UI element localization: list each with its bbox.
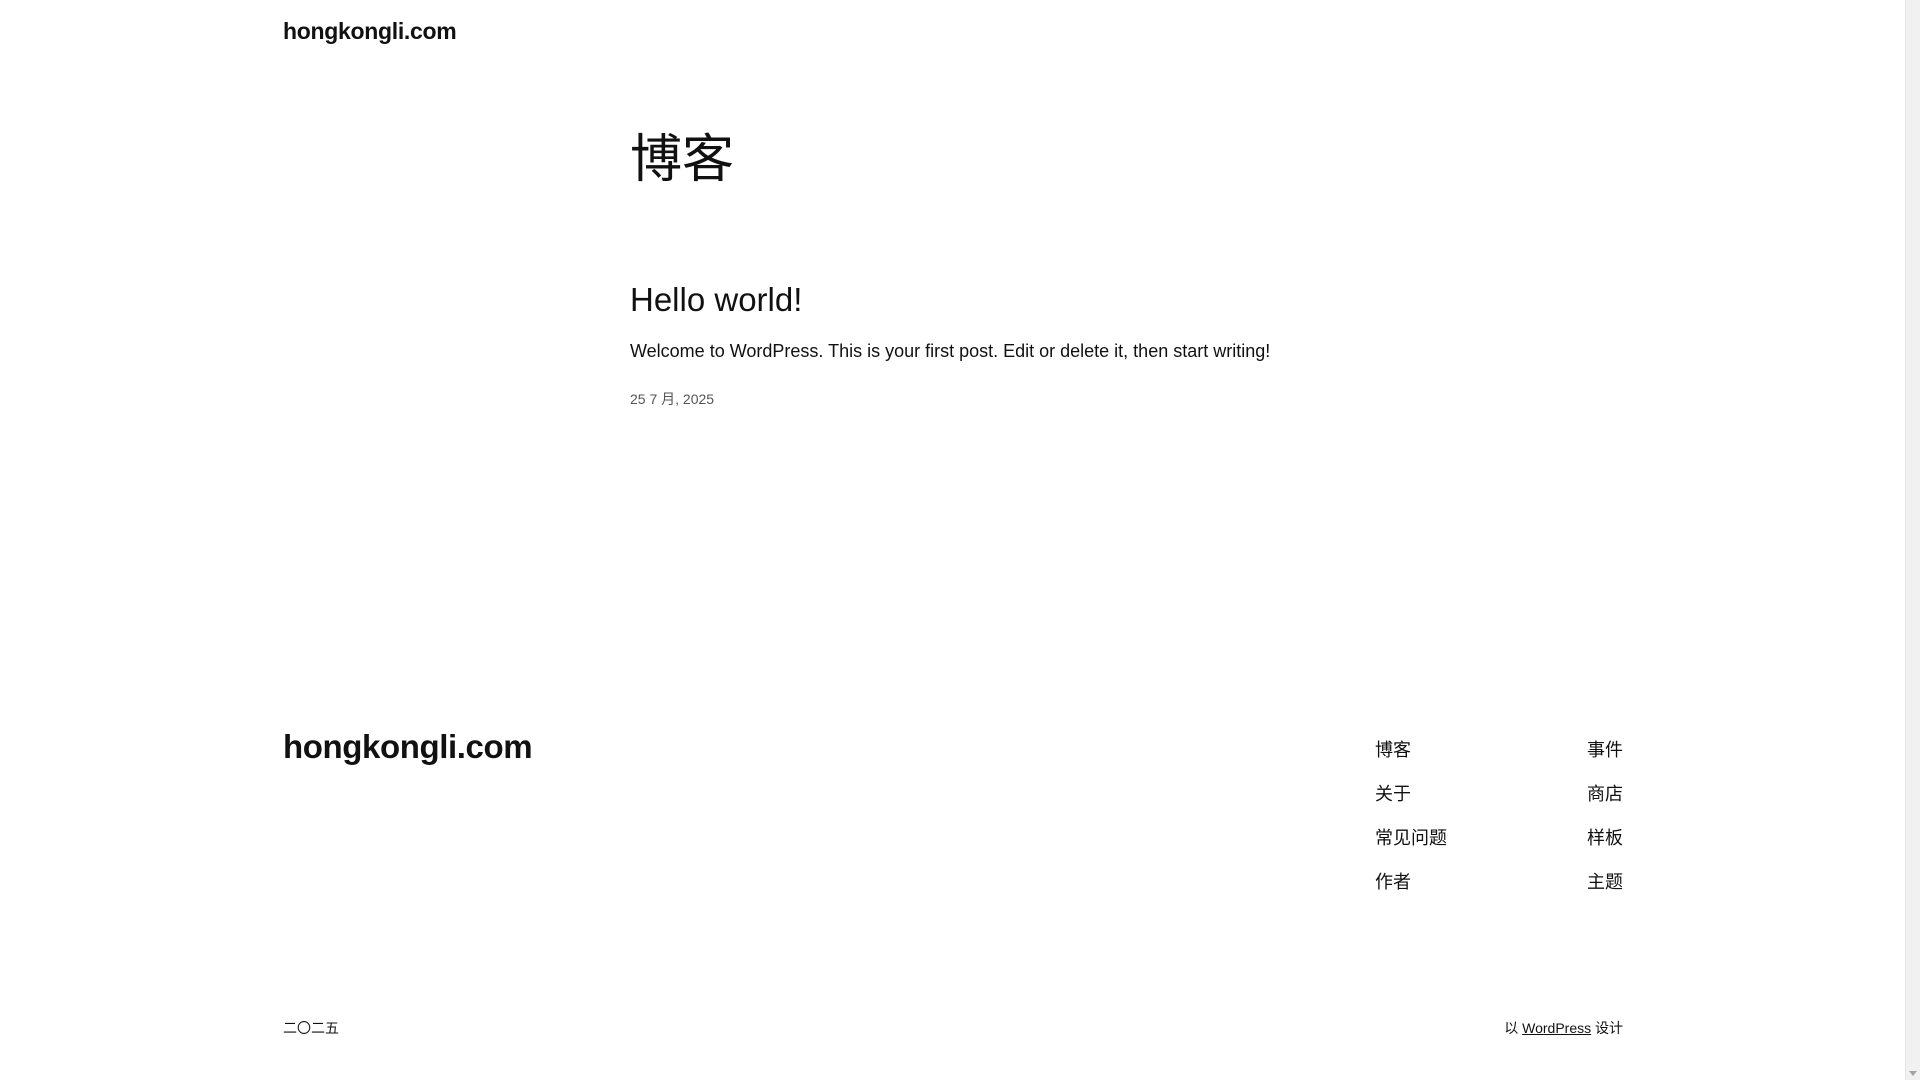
- page-title: 博客: [630, 131, 735, 189]
- footer-site-title-link[interactable]: hongkongli.com: [283, 728, 533, 766]
- post-date[interactable]: 25 7 月, 2025: [630, 389, 1330, 409]
- page: hongkongli.com 博客 Hello world! Welcome t…: [0, 0, 1920, 1080]
- footer-nav-item-shop[interactable]: 商店: [1587, 772, 1623, 816]
- post-excerpt: Welcome to WordPress. This is your first…: [630, 340, 1271, 361]
- footer-nav-item-patterns[interactable]: 样板: [1587, 816, 1623, 860]
- post-title-link[interactable]: Hello world!: [630, 280, 1330, 320]
- footer-nav-item-blog[interactable]: 博客: [1375, 728, 1447, 772]
- site-title-link[interactable]: hongkongli.com: [283, 18, 457, 45]
- footer-nav-item-themes[interactable]: 主题: [1587, 860, 1623, 904]
- footer-nav-item-about[interactable]: 关于: [1375, 772, 1447, 816]
- footer-nav-column-2: 事件 商店 样板 主题: [1587, 728, 1623, 904]
- post-item: Hello world! Welcome to WordPress. This …: [630, 280, 1330, 409]
- chevron-down-icon[interactable]: [1909, 1071, 1917, 1076]
- footer-copyright: 二〇二五: [283, 1020, 339, 1036]
- footer-nav-item-authors[interactable]: 作者: [1375, 860, 1447, 904]
- footer-nav-column-1: 博客 关于 常见问题 作者: [1375, 728, 1447, 904]
- footer-nav-item-faq[interactable]: 常见问题: [1375, 816, 1447, 860]
- footer-credit: 以 WordPress 设计: [1504, 1018, 1623, 1038]
- vertical-scrollbar[interactable]: [1905, 0, 1920, 1080]
- footer-nav-item-events[interactable]: 事件: [1587, 728, 1623, 772]
- wordpress-credit-link[interactable]: WordPress: [1522, 1020, 1591, 1036]
- credit-prefix: 以: [1504, 1020, 1519, 1036]
- credit-suffix: 设计: [1595, 1020, 1623, 1036]
